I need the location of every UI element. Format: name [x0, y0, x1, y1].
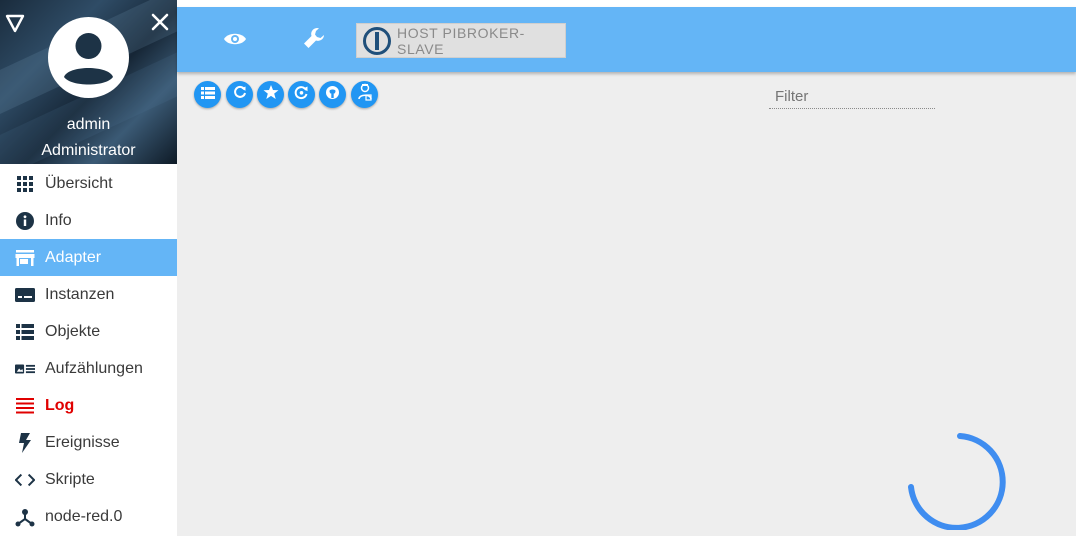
- sidebar-item-label: Log: [45, 396, 75, 414]
- top-strip: [177, 0, 1076, 7]
- sidebar-item-label: Ereignisse: [45, 433, 120, 451]
- header-bar: HOST PIBROKER-SLAVE: [177, 7, 1076, 72]
- user-name: admin: [66, 116, 111, 133]
- sidebar-item-label: node-red.0: [45, 507, 123, 525]
- node-red-icon: [15, 507, 35, 527]
- refresh-button[interactable]: [226, 81, 253, 108]
- sidebar-item-skripte[interactable]: Skripte: [0, 461, 177, 498]
- info-icon: [15, 211, 35, 231]
- sidebar-item-node-red[interactable]: node-red.0: [0, 498, 177, 535]
- sidebar-item-adapter[interactable]: Adapter: [0, 239, 177, 276]
- check-updates-button[interactable]: [288, 81, 315, 108]
- close-icon[interactable]: [150, 12, 170, 32]
- sidebar-item-aufzaehlungen[interactable]: Aufzählungen: [0, 350, 177, 387]
- expert-mode-button[interactable]: [351, 81, 378, 108]
- subtitles-icon: [15, 285, 35, 305]
- log-lines-icon: [15, 396, 35, 416]
- grid-icon: [15, 174, 35, 194]
- store-icon: [15, 248, 35, 268]
- refresh-icon: [233, 85, 247, 104]
- sidebar-item-label: Aufzählungen: [45, 359, 143, 377]
- sidebar-item-label: Info: [45, 211, 72, 229]
- flash-icon: [15, 432, 35, 453]
- list-view-button[interactable]: [194, 81, 221, 108]
- list-view-icon: [200, 86, 215, 104]
- sidebar-item-objekte[interactable]: Objekte: [0, 313, 177, 350]
- user-card: admin Administrator: [0, 0, 177, 164]
- filter-input[interactable]: [769, 85, 935, 109]
- app-root: admin Administrator Übersicht Info Adapt…: [0, 0, 1076, 536]
- sidebar-item-uebersicht[interactable]: Übersicht: [0, 165, 177, 202]
- sidebar-item-info[interactable]: Info: [0, 202, 177, 239]
- sidebar-item-instanzen[interactable]: Instanzen: [0, 276, 177, 313]
- collapse-menu-icon[interactable]: [4, 12, 26, 34]
- code-icon: [15, 470, 35, 490]
- list-icon: [15, 322, 35, 342]
- host-selector[interactable]: HOST PIBROKER-SLAVE: [356, 23, 566, 58]
- sidebar-item-label: Instanzen: [45, 285, 115, 303]
- avatar: [48, 17, 129, 98]
- update-icon: [294, 85, 309, 105]
- iobroker-logo-icon: [362, 26, 392, 56]
- eye-icon[interactable]: [223, 29, 247, 54]
- sidebar-item-label: Skripte: [45, 470, 95, 488]
- sidebar-item-ereignisse[interactable]: Ereignisse: [0, 424, 177, 461]
- enum-icon: [15, 359, 35, 379]
- expert-mode-icon: [357, 83, 373, 106]
- wrench-icon[interactable]: [302, 26, 326, 55]
- sidebar-item-label: Objekte: [45, 322, 101, 340]
- favorites-button[interactable]: [257, 81, 284, 108]
- user-role: Administrator: [41, 142, 136, 159]
- sidebar-item-label: Adapter: [45, 248, 102, 266]
- github-button[interactable]: [319, 81, 346, 108]
- loading-spinner: [906, 430, 1006, 531]
- sidebar-item-log[interactable]: Log: [0, 387, 177, 424]
- host-name: HOST PIBROKER-SLAVE: [397, 24, 525, 57]
- star-icon: [263, 84, 279, 105]
- sidebar-menu: Übersicht Info Adapter Instanzen Objekte…: [0, 165, 177, 535]
- github-icon: [325, 85, 340, 105]
- sidebar-item-label: Übersicht: [45, 174, 113, 192]
- sidebar: admin Administrator Übersicht Info Adapt…: [0, 0, 177, 536]
